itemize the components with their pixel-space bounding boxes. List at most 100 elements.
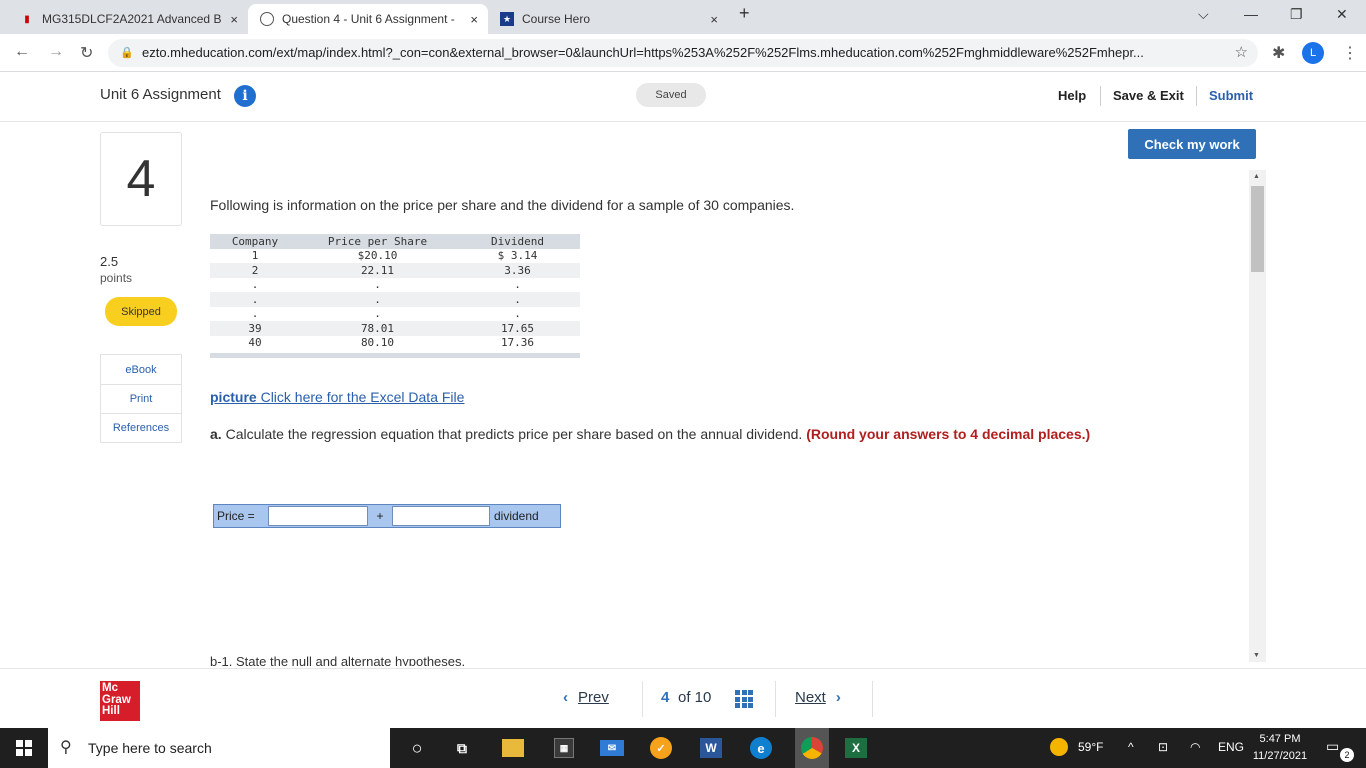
file-explorer-icon[interactable] — [502, 739, 524, 757]
print-link[interactable]: Print — [101, 384, 181, 413]
cortana-icon[interactable]: ○ — [405, 736, 429, 760]
col-header-company: Company — [231, 234, 279, 248]
tab-search-icon[interactable]: ⌵ — [1198, 6, 1209, 23]
windows-start-icon[interactable] — [16, 740, 32, 756]
tab-question[interactable]: Question 4 - Unit 6 Assignment - × — [248, 4, 488, 34]
points-label: points — [100, 271, 133, 285]
table-row: . . . — [210, 307, 580, 322]
scroll-thumb[interactable] — [1251, 186, 1264, 272]
info-icon[interactable]: i — [234, 85, 256, 107]
close-tab-icon[interactable]: × — [230, 12, 238, 27]
close-window-icon[interactable]: ✕ — [1336, 6, 1348, 23]
back-icon[interactable]: ← — [14, 43, 30, 61]
menu-kebab-icon[interactable]: ⋮ — [1342, 43, 1358, 63]
cell-price: . — [374, 307, 381, 321]
submit-link[interactable]: Submit — [1209, 88, 1253, 103]
assignment-header: Unit 6 Assignment i Saved Help Save & Ex… — [0, 72, 1366, 122]
cell-dividend: 17.36 — [500, 336, 535, 350]
table-header-row: Company Price per Share Dividend — [210, 234, 580, 249]
check-my-work-button[interactable]: Check my work — [1128, 129, 1256, 159]
chevron-left-icon: ‹ — [563, 689, 568, 706]
cell-price: 78.01 — [360, 321, 395, 335]
content-scrollbar[interactable]: ▲ ▼ — [1249, 170, 1266, 662]
cell-company: . — [251, 278, 259, 292]
prev-button[interactable]: ‹ Prev — [563, 689, 609, 706]
language-indicator[interactable]: ENG — [1218, 740, 1244, 754]
table-row: . . . — [210, 292, 580, 307]
chrome-taskbar-button[interactable] — [795, 728, 829, 768]
slope-input[interactable] — [392, 506, 490, 526]
notification-count-badge: 2 — [1340, 748, 1354, 762]
close-tab-icon[interactable]: × — [470, 12, 478, 27]
new-tab-button[interactable]: + — [739, 3, 750, 24]
ebook-link[interactable]: eBook — [101, 355, 181, 384]
cell-price: 80.10 — [360, 336, 395, 350]
weather-icon[interactable] — [1050, 738, 1068, 756]
excel-data-link[interactable]: picture Click here for the Excel Data Fi… — [210, 389, 464, 405]
taskbar-search-placeholder: Type here to search — [88, 740, 212, 756]
part-b1-prompt: b-1. State the null and alternate hypoth… — [210, 654, 466, 666]
restore-icon[interactable]: ❐ — [1290, 6, 1303, 23]
taskbar-search-field[interactable]: ⚲ Type here to search — [48, 728, 390, 768]
profile-avatar[interactable]: L — [1302, 42, 1324, 64]
clock-time: 5:47 PM — [1259, 733, 1301, 745]
table-row: 40 80.10 17.36 — [210, 336, 580, 351]
temperature[interactable]: 59°F — [1078, 740, 1103, 754]
reload-icon[interactable]: ↻ — [80, 43, 93, 63]
wifi-icon[interactable]: ◠ — [1190, 740, 1200, 754]
pager-divider — [775, 681, 776, 717]
star-favicon-icon: ★ — [500, 12, 514, 26]
header-divider — [1196, 86, 1197, 106]
help-link[interactable]: Help — [1058, 88, 1086, 103]
notification-icon[interactable]: ▭ — [1326, 738, 1339, 755]
pager-divider — [872, 681, 873, 717]
mail-icon[interactable]: ✉ — [600, 740, 624, 756]
chrome-icon — [801, 737, 823, 759]
edge-icon[interactable]: e — [750, 737, 772, 759]
taskbar-clock[interactable]: 5:47 PM 11/27/2021 — [1248, 731, 1312, 765]
data-table: Company Price per Share Dividend 1 $20.1… — [210, 234, 580, 358]
url-field[interactable]: 🔒 ezto.mheducation.com/ext/map/index.htm… — [108, 39, 1258, 67]
lock-icon: 🔒 — [120, 47, 134, 59]
norton-icon[interactable]: ✓ — [650, 737, 672, 759]
save-exit-link[interactable]: Save & Exit — [1113, 88, 1184, 103]
url-text: ezto.mheducation.com/ext/map/index.html?… — [142, 45, 1144, 60]
forward-icon[interactable]: → — [48, 43, 64, 61]
task-view-icon[interactable]: ⧉ — [450, 736, 474, 760]
next-label: Next — [795, 689, 826, 706]
excel-icon[interactable]: X — [845, 738, 867, 758]
col-header-price: Price per Share — [327, 234, 428, 248]
scroll-down-icon[interactable]: ▼ — [1253, 652, 1260, 659]
close-tab-icon[interactable]: × — [710, 12, 718, 27]
table-row: 2 22.11 3.36 — [210, 263, 580, 278]
page-favicon-icon — [260, 12, 274, 26]
store-icon[interactable]: ▦ — [554, 738, 574, 758]
question-grid-icon[interactable] — [735, 690, 753, 708]
tray-chevron-icon[interactable]: ^ — [1128, 740, 1134, 754]
tab-title: Course Hero — [522, 12, 591, 26]
scroll-up-icon[interactable]: ▲ — [1253, 173, 1260, 180]
broken-image-alt-text: picture — [210, 389, 257, 405]
intercept-input[interactable] — [268, 506, 368, 526]
tab-title: MG315DLCF2A2021 Advanced B — [42, 12, 222, 26]
bookmark-star-icon[interactable]: ☆ — [1235, 39, 1248, 67]
search-icon: ⚲ — [60, 739, 72, 756]
status-badge: Skipped — [105, 297, 177, 326]
logo-line: Mc — [102, 682, 118, 694]
word-icon[interactable]: W — [700, 738, 722, 758]
header-divider — [1100, 86, 1101, 106]
meet-now-icon[interactable]: ⊡ — [1158, 740, 1168, 754]
cell-dividend: . — [514, 292, 521, 306]
page-total: of 10 — [678, 689, 712, 706]
current-page: 4 — [661, 689, 670, 706]
mcgrawhill-favicon-icon: ▮ — [24, 13, 30, 25]
cell-price: $20.10 — [357, 249, 398, 263]
tab-coursehero[interactable]: ★ Course Hero × — [488, 4, 728, 34]
extensions-icon[interactable]: ✱ — [1272, 43, 1285, 63]
table-row: 1 $20.10 $ 3.14 — [210, 249, 580, 264]
table-row: . . . — [210, 278, 580, 293]
tab-course[interactable]: ▮ MG315DLCF2A2021 Advanced B × — [8, 4, 248, 34]
next-button[interactable]: Next › — [795, 689, 841, 706]
minimize-icon[interactable]: — — [1244, 6, 1258, 22]
references-link[interactable]: References — [101, 413, 181, 442]
